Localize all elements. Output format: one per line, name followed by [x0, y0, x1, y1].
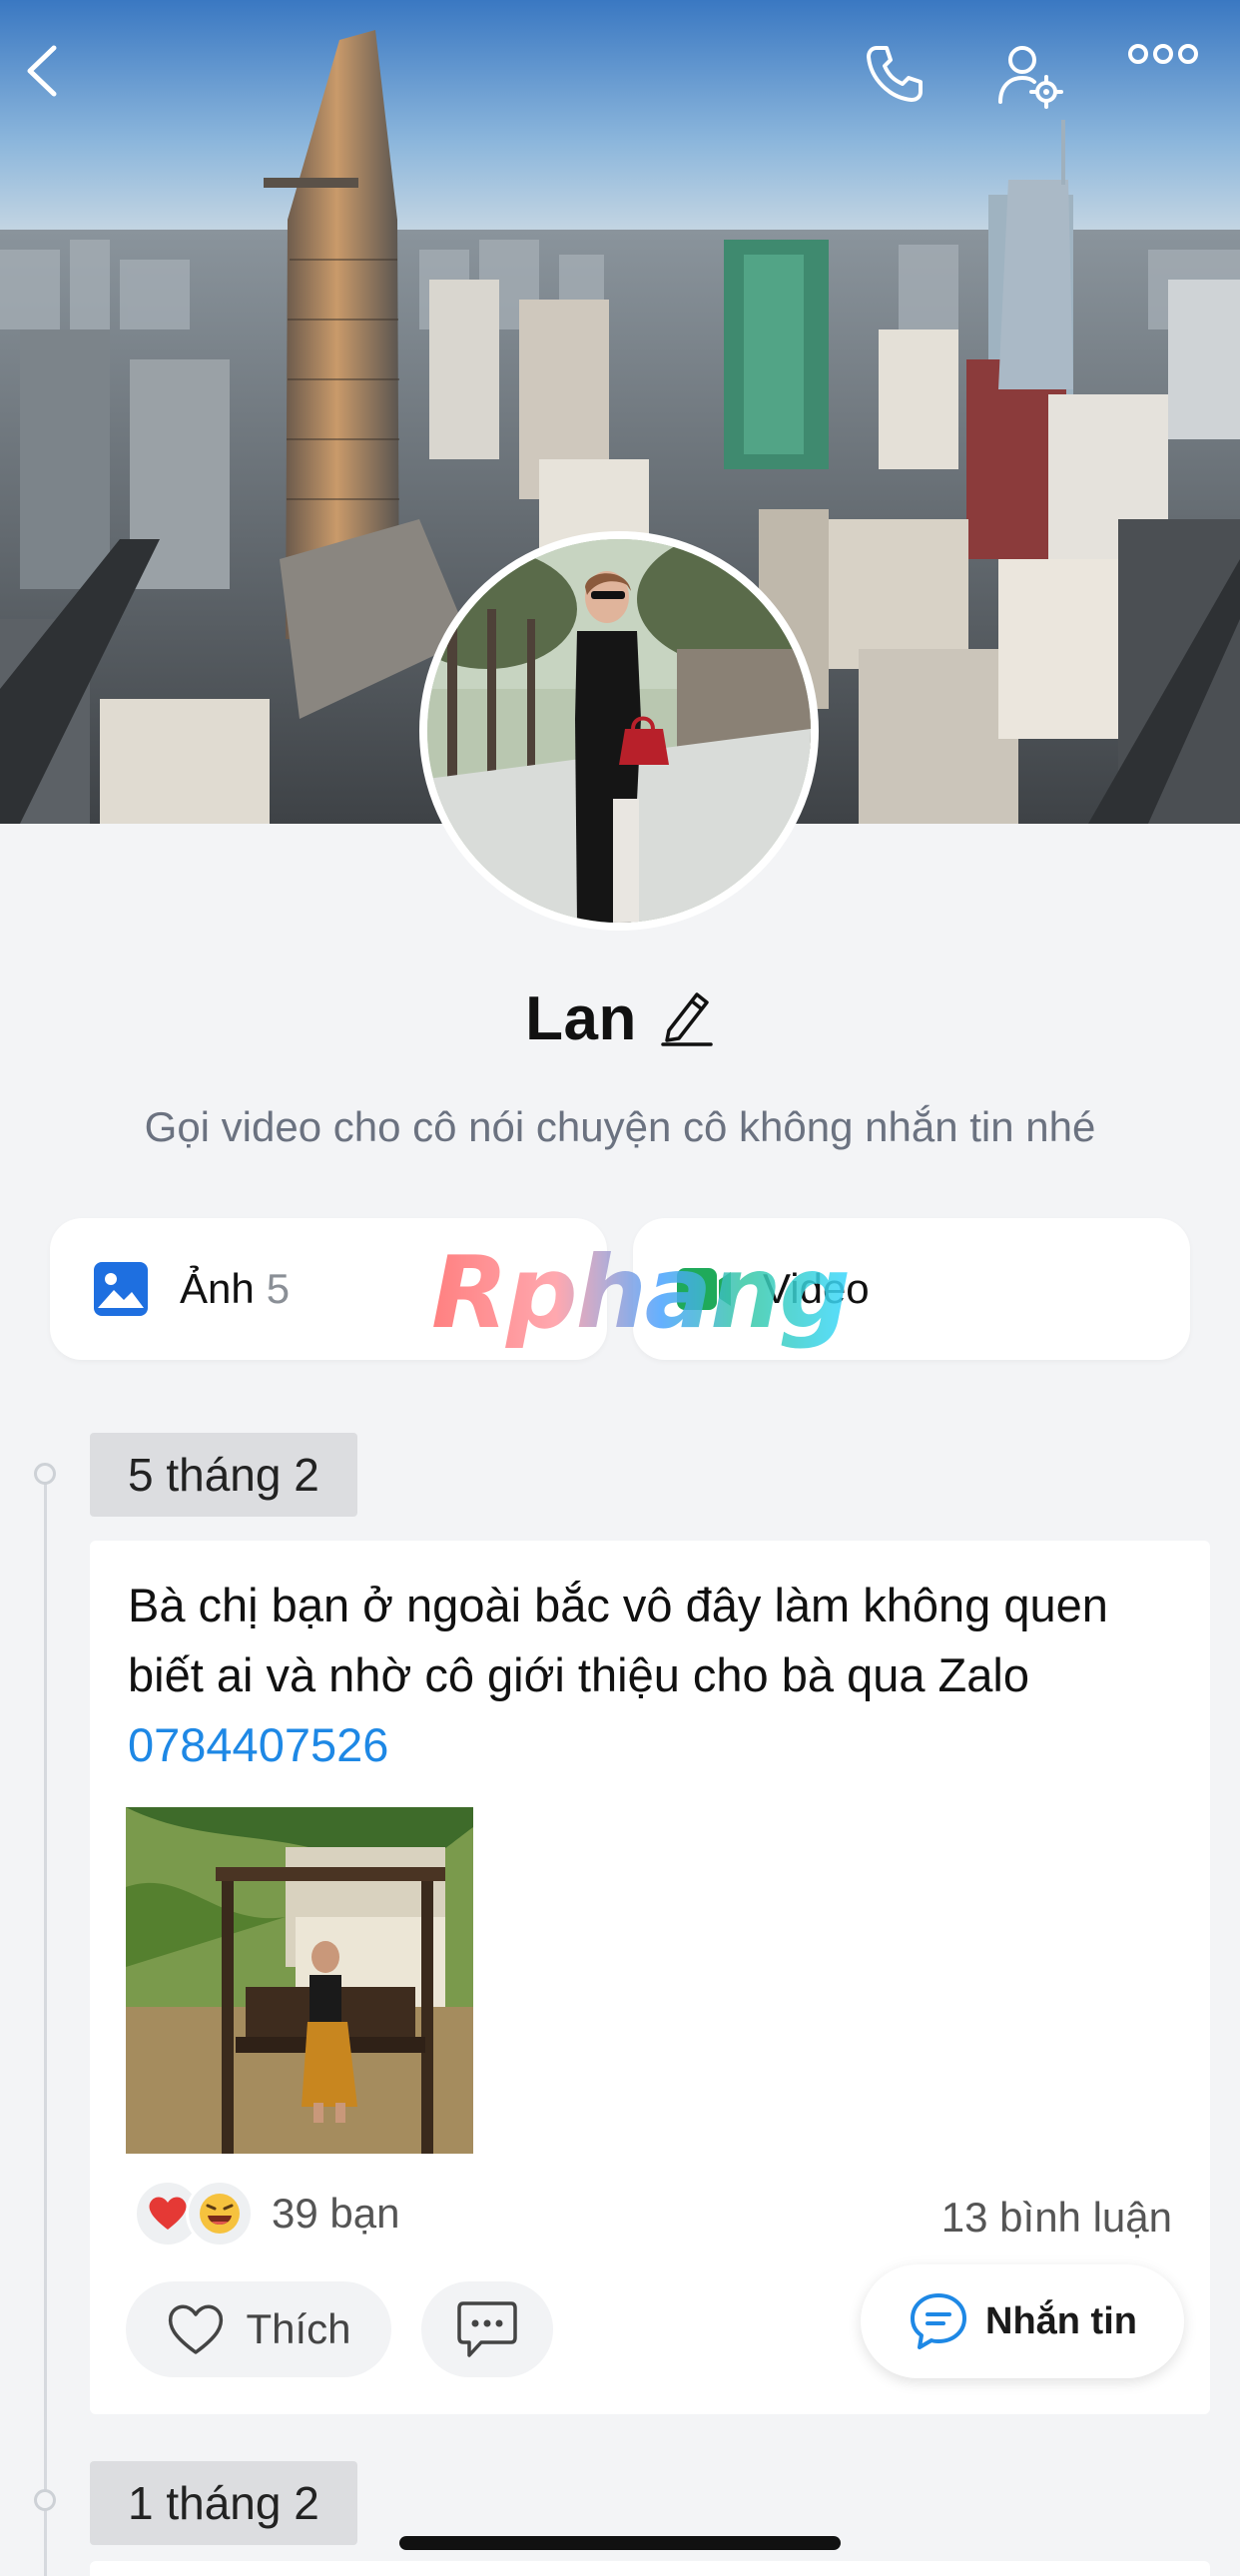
post-text: Bà chị bạn ở ngoài bắc vô đây làm không … [128, 1571, 1176, 1780]
back-button[interactable] [20, 42, 116, 138]
profile-status: Gọi video cho cô nói chuyện cô không nhắ… [144, 1103, 1096, 1150]
user-settings-icon [998, 46, 1063, 109]
post-photo-image [126, 1807, 473, 2154]
heart-outline-icon [169, 2304, 224, 2354]
reaction-count: 39 bạn [272, 2190, 400, 2237]
name-row: Lan [0, 983, 1240, 1054]
home-indicator[interactable] [399, 2536, 841, 2550]
timeline-dot [34, 2489, 56, 2511]
pencil-icon [661, 992, 713, 1046]
timeline-dot [34, 1463, 56, 1485]
reaction-summary[interactable]: 39 bạn [134, 2180, 399, 2248]
watermark-logo: Rphang [431, 1234, 851, 1351]
profile-name: Lan [525, 984, 637, 1053]
send-message-label: Nhắn tin [985, 2299, 1137, 2342]
comment-button[interactable] [421, 2281, 553, 2377]
more-dots-icon [1128, 44, 1198, 64]
laugh-reaction-icon [186, 2180, 254, 2248]
chat-bubble-icon [911, 2293, 966, 2349]
more-button[interactable] [1128, 42, 1224, 138]
phone-icon [867, 46, 923, 102]
date-tag: 5 tháng 2 [90, 1433, 357, 1517]
edit-name-button[interactable] [659, 986, 715, 1051]
date-tag: 1 tháng 2 [90, 2461, 357, 2545]
photos-label: Ảnh [180, 1265, 255, 1312]
post-body: Bà chị bạn ở ngoài bắc vô đây làm không … [128, 1579, 1108, 1701]
next-post-card[interactable] [90, 2561, 1210, 2576]
image-icon [94, 1262, 148, 1316]
timeline-line [44, 1474, 47, 2576]
phone-link[interactable]: 0784407526 [128, 1718, 388, 1771]
like-button[interactable]: Thích [126, 2281, 391, 2377]
avatar[interactable] [419, 531, 819, 931]
avatar-photo [427, 539, 811, 923]
comment-icon [457, 2301, 517, 2357]
like-label: Thích [246, 2305, 351, 2352]
send-message-button[interactable]: Nhắn tin [861, 2264, 1184, 2378]
call-button[interactable] [863, 42, 958, 138]
post-photo[interactable] [126, 1807, 473, 2154]
comment-count[interactable]: 13 bình luận [941, 2194, 1172, 2242]
chevron-left-icon [27, 45, 57, 97]
profile-settings-button[interactable] [996, 42, 1092, 138]
photos-count: 5 [266, 1265, 291, 1312]
